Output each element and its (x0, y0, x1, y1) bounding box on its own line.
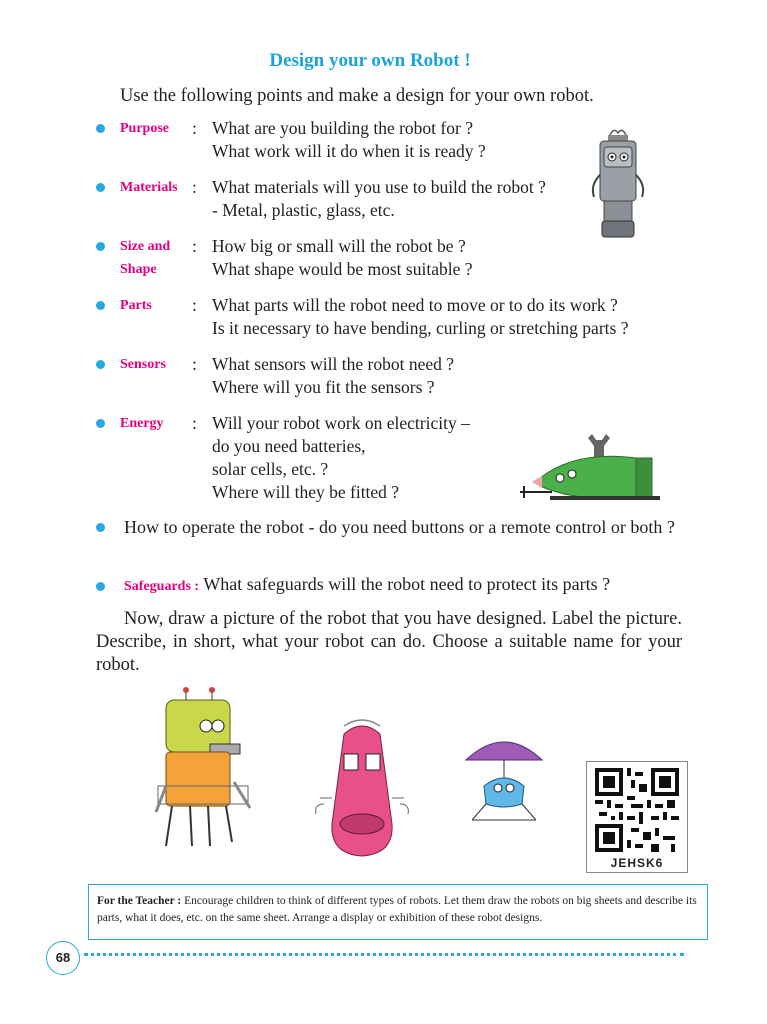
bullet-icon (96, 242, 105, 251)
green-robot-illustration (520, 434, 660, 500)
point-line: - Metal, plastic, glass, etc. (212, 200, 395, 220)
point-line: Is it necessary to have bending, curling… (212, 318, 629, 338)
point-sensors: Sensors : What sensors will the robot ne… (96, 353, 696, 399)
point-line: What parts will the robot need to move o… (212, 295, 618, 315)
bullet-icon (96, 301, 105, 310)
point-label: Safeguards : (124, 579, 200, 594)
bullet-icon (96, 523, 105, 532)
point-line: How big or small will the robot be ? (212, 236, 466, 256)
teacher-note: For the Teacher : Encourage children to … (88, 884, 708, 940)
qr-code[interactable]: JEHSK6 (586, 761, 688, 873)
point-line: What work will it do when it is ready ? (212, 141, 486, 161)
point-line: What materials will you use to build the… (212, 177, 546, 197)
point-parts: Parts : What parts will the robot need t… (96, 294, 696, 340)
point-line: Where will you fit the sensors ? (212, 377, 435, 397)
bullet-icon (96, 419, 105, 428)
grey-robot-illustration (591, 129, 645, 238)
point-line: What shape would be most suitable ? (212, 259, 473, 279)
point-label: Materials (120, 180, 178, 195)
footer-divider (84, 953, 684, 956)
point-label: Purpose (120, 121, 169, 136)
safeguard-line: Safeguards : What safeguards will the ro… (124, 574, 610, 595)
point-label: Parts (120, 298, 152, 313)
bullet-icon (96, 360, 105, 369)
point-label: Size and Shape (120, 239, 171, 277)
bullet-icon (96, 582, 105, 591)
point-line: do you need batteries, (212, 436, 366, 456)
point-line: What are you building the robot for ? (212, 118, 473, 138)
intro-text: Use the following points and make a desi… (120, 86, 594, 106)
bullet-icon (96, 124, 105, 133)
point-label: Energy (120, 416, 164, 431)
page-title: Design your own Robot ! (269, 50, 471, 71)
bullet-icon (96, 183, 105, 192)
point-line: Where will they be fitted ? (212, 482, 400, 502)
pink-robot-illustration (315, 719, 409, 857)
teacher-note-label: For the Teacher : (97, 895, 182, 907)
operate-text: How to operate the robot - do you need b… (124, 517, 675, 537)
teacher-note-text: Encourage children to think of different… (97, 895, 697, 924)
point-label: Sensors (120, 357, 166, 372)
point-line: What safeguards will the robot need to p… (203, 574, 611, 594)
point-line: solar cells, etc. ? (212, 459, 329, 479)
page-number: 68 (46, 941, 80, 975)
point-line: What sensors will the robot need ? (212, 354, 455, 374)
qr-code-caption: JEHSK6 (610, 856, 664, 870)
yellow-robot-illustration (154, 687, 252, 847)
qr-code-icon (595, 768, 679, 852)
instruction-paragraph: Now, draw a picture of the robot that yo… (96, 609, 682, 675)
point-line: Will your robot work on electricity – (212, 413, 470, 433)
umbrella-robot-illustration (464, 741, 544, 821)
